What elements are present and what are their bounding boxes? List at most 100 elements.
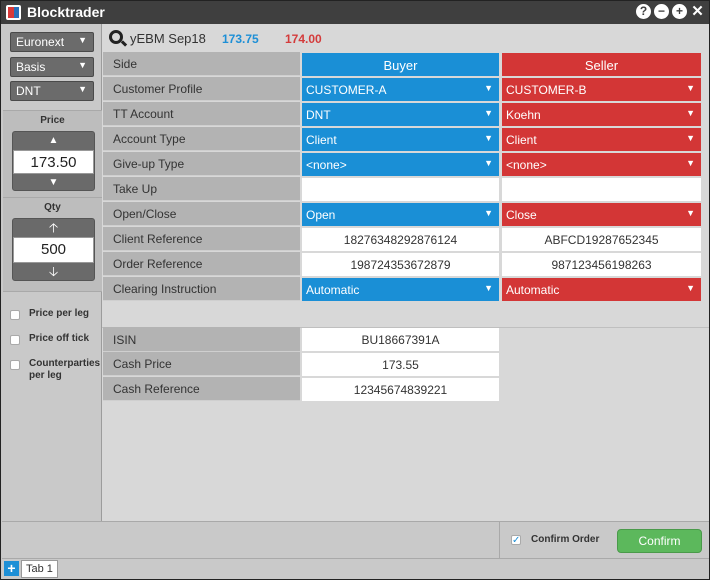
chevron-down-icon: ▼ <box>484 108 493 118</box>
bottom-bar: ✓ Confirm Order Confirm <box>2 521 709 559</box>
chevron-down-icon: ▼ <box>78 84 87 94</box>
price-off-tick-checkbox[interactable] <box>10 335 20 345</box>
bid-price: 173.75 <box>222 32 259 46</box>
price-per-leg-checkbox[interactable] <box>10 310 20 320</box>
tt-account-row: TT Account DNT ▼ Koehn ▼ <box>102 102 709 127</box>
account-type-row: Account Type Client ▼ Client ▼ <box>102 127 709 152</box>
chevron-down-icon: ▼ <box>686 158 695 168</box>
tab-1[interactable]: Tab 1 <box>21 560 58 578</box>
client-reference-row: Client Reference 18276348292876124 ABFCD… <box>102 227 709 252</box>
add-tab-icon[interactable]: + <box>4 561 19 576</box>
search-icon[interactable] <box>109 30 123 44</box>
title-bar[interactable]: Blocktrader ? − + ✕ <box>1 1 709 24</box>
seller-client-reference-input[interactable]: ABFCD19287652345 <box>502 228 701 251</box>
give-up-type-row: Give-up Type <none> ▼ <none> ▼ <box>102 152 709 177</box>
chevron-down-icon: ▼ <box>686 208 695 218</box>
row-label: Customer Profile <box>103 77 300 101</box>
seller-give-up-type-dropdown[interactable]: <none> ▼ <box>502 153 701 176</box>
account-dropdown[interactable]: DNT ▼ <box>10 81 94 101</box>
take-up-row: Take Up <box>102 177 709 202</box>
confirm-button[interactable]: Confirm <box>617 529 702 553</box>
chevron-down-icon: ▼ <box>78 60 87 70</box>
seller-tt-account-dropdown[interactable]: Koehn ▼ <box>502 103 701 126</box>
row-label: Clearing Instruction <box>103 277 300 301</box>
cash-reference-row: Cash Reference 12345674839221 <box>102 377 709 402</box>
buyer-tt-account-value: DNT <box>306 108 331 122</box>
price-group: Price ▲ 173.50 ▼ <box>3 110 102 200</box>
type-value: Basis <box>16 60 46 74</box>
seller-take-up-input[interactable] <box>502 178 701 201</box>
buyer-order-reference-input[interactable]: 198724353672879 <box>302 253 499 276</box>
main-panel: yEBM Sep18 173.75 174.00 Side Buyer Sell… <box>102 24 709 521</box>
row-label: Cash Price <box>103 352 300 376</box>
buyer-give-up-type-value: <none> <box>306 158 347 172</box>
buyer-take-up-input[interactable] <box>302 178 499 201</box>
price-per-leg-option[interactable]: Price per leg <box>10 308 91 320</box>
price-stepper: ▲ 173.50 ▼ <box>12 131 95 191</box>
buyer-header: Buyer <box>302 53 499 76</box>
buyer-account-type-dropdown[interactable]: Client ▼ <box>302 128 499 151</box>
confirm-order-checkbox[interactable]: ✓ <box>511 535 521 546</box>
row-label: TT Account <box>103 102 300 126</box>
price-input[interactable]: 173.50 <box>13 150 94 174</box>
chevron-down-icon: ▼ <box>484 83 493 93</box>
confirm-order-label: Confirm Order <box>531 534 600 545</box>
window-controls: ? − + ✕ <box>636 4 705 19</box>
cash-price-row: Cash Price 173.55 <box>102 352 709 377</box>
order-reference-row: Order Reference 198724353672879 98712345… <box>102 252 709 277</box>
exchange-dropdown[interactable]: Euronext ▼ <box>10 32 94 52</box>
chevron-down-icon: ▼ <box>484 158 493 168</box>
qty-stepper: 🡡 500 🡣 <box>12 218 95 281</box>
seller-order-reference-input[interactable]: 987123456198263 <box>502 253 701 276</box>
isin-input[interactable]: BU18667391A <box>302 328 499 351</box>
cash-price-input[interactable]: 173.55 <box>302 353 499 376</box>
seller-customer-profile-value: CUSTOMER-B <box>506 83 587 97</box>
seller-tt-account-value: Koehn <box>506 108 541 122</box>
counterparties-per-leg-checkbox[interactable] <box>10 360 20 370</box>
chevron-down-icon: ▼ <box>686 283 695 293</box>
qty-up-icon[interactable]: 🡡 <box>13 219 94 237</box>
price-off-tick-option[interactable]: Price off tick <box>10 333 91 345</box>
side-label: Side <box>103 52 300 76</box>
buyer-client-reference-input[interactable]: 18276348292876124 <box>302 228 499 251</box>
price-down-icon[interactable]: ▼ <box>13 174 94 192</box>
chevron-down-icon: ▼ <box>686 108 695 118</box>
account-value: DNT <box>16 84 41 98</box>
counterparties-per-leg-option[interactable]: Counterparties per leg <box>10 358 101 382</box>
counterparties-per-leg-label: Counterparties per leg <box>29 358 101 381</box>
blocktrader-window: Blocktrader ? − + ✕ Euronext ▼ Basis ▼ D… <box>0 0 710 580</box>
maximize-icon[interactable]: + <box>672 4 687 19</box>
buyer-open-close-dropdown[interactable]: Open ▼ <box>302 203 499 226</box>
cash-reference-input[interactable]: 12345674839221 <box>302 378 499 401</box>
minimize-icon[interactable]: − <box>654 4 669 19</box>
qty-down-icon[interactable]: 🡣 <box>13 263 94 281</box>
row-label: Order Reference <box>103 252 300 276</box>
seller-account-type-value: Client <box>506 133 537 147</box>
type-dropdown[interactable]: Basis ▼ <box>10 57 94 77</box>
buyer-customer-profile-dropdown[interactable]: CUSTOMER-A ▼ <box>302 78 499 101</box>
chevron-down-icon: ▼ <box>686 83 695 93</box>
chevron-down-icon: ▼ <box>484 283 493 293</box>
isin-row: ISIN BU18667391A <box>102 327 709 352</box>
buyer-clearing-instruction-dropdown[interactable]: Automatic ▼ <box>302 278 499 301</box>
confirm-area: ✓ Confirm Order Confirm <box>499 522 709 559</box>
buyer-tt-account-dropdown[interactable]: DNT ▼ <box>302 103 499 126</box>
buyer-give-up-type-dropdown[interactable]: <none> ▼ <box>302 153 499 176</box>
price-label: Price <box>40 115 65 126</box>
customer-profile-row: Customer Profile CUSTOMER-A ▼ CUSTOMER-B ▼ <box>102 77 709 102</box>
buyer-clearing-instruction-value: Automatic <box>306 283 360 297</box>
chevron-down-icon: ▼ <box>484 133 493 143</box>
qty-input[interactable]: 500 <box>13 237 94 263</box>
seller-customer-profile-dropdown[interactable]: CUSTOMER-B ▼ <box>502 78 701 101</box>
seller-open-close-dropdown[interactable]: Close ▼ <box>502 203 701 226</box>
help-icon[interactable]: ? <box>636 4 651 19</box>
row-label: Take Up <box>103 177 300 201</box>
instrument-bar: yEBM Sep18 173.75 174.00 <box>102 24 709 52</box>
close-icon[interactable]: ✕ <box>690 4 705 19</box>
seller-open-close-value: Close <box>506 208 537 222</box>
price-up-icon[interactable]: ▲ <box>13 132 94 150</box>
side-row: Side Buyer Seller <box>102 52 709 77</box>
buyer-customer-profile-value: CUSTOMER-A <box>306 83 387 97</box>
seller-account-type-dropdown[interactable]: Client ▼ <box>502 128 701 151</box>
seller-clearing-instruction-dropdown[interactable]: Automatic ▼ <box>502 278 701 301</box>
